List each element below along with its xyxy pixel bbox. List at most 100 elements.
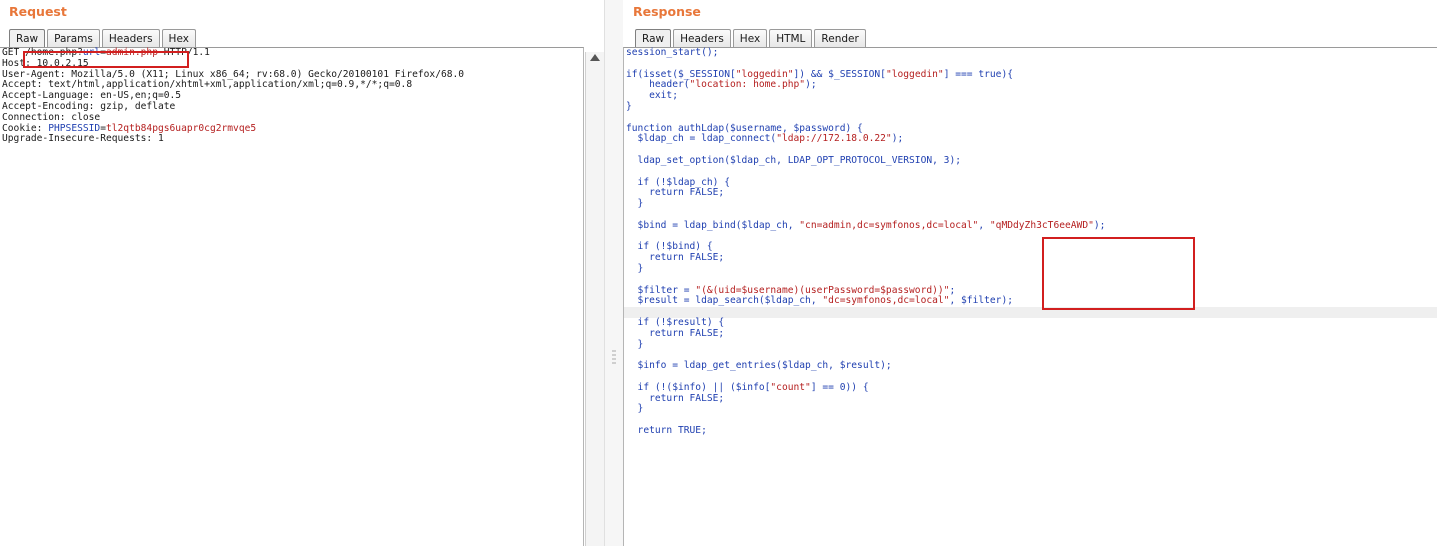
- code-token: if(isset($_SESSION[: [626, 68, 736, 80]
- code-token: }: [626, 403, 644, 415]
- request-editor[interactable]: GET /home.php?url=admin.php HTTP/1.1 Hos…: [0, 47, 584, 546]
- code-line: return FALSE;: [624, 327, 1437, 340]
- code-line: }: [624, 198, 1437, 210]
- code-token: if (!$ldap_ch) {: [626, 176, 730, 188]
- code-string: "ldap://172.18.0.22": [776, 133, 892, 145]
- code-token: return FALSE;: [626, 327, 725, 339]
- cookie-name: PHPSESSID: [48, 122, 101, 134]
- response-title: Response: [633, 4, 701, 19]
- response-pane: Response Raw Headers Hex HTML Render ses…: [623, 0, 1437, 546]
- header-host: Host: 10.0.2.15: [2, 57, 89, 69]
- code-token: ldap_set_option($ldap_ch, LDAP_OPT_PROTO…: [626, 154, 962, 166]
- code-token: }: [626, 100, 632, 112]
- code-token: ,: [978, 219, 990, 231]
- code-string: "qMDdyZh3cT6eeAWD": [989, 219, 1094, 231]
- response-tabs: Raw Headers Hex HTML Render: [635, 29, 866, 48]
- code-token: $ldap_ch = ldap_connect(: [626, 133, 777, 145]
- request-tab-headers[interactable]: Headers: [101, 29, 160, 48]
- request-method: GET: [2, 47, 26, 58]
- request-tabs: Raw Params Headers Hex: [9, 29, 196, 48]
- code-token: header(: [626, 79, 690, 91]
- code-line: $result = ldap_search($ldap_ch, "dc=symf…: [624, 295, 1437, 307]
- cookie-prefix: Cookie:: [2, 122, 49, 134]
- code-line: [624, 307, 1437, 318]
- cookie-value: tl2qtb84pgs6uapr0cg2rmvqe5: [105, 122, 257, 134]
- code-line: return FALSE;: [624, 392, 1437, 405]
- request-param-name: url: [82, 47, 101, 58]
- code-token: $info = ldap_get_entries($ldap_ch, $resu…: [626, 360, 892, 372]
- request-path: /home.php?: [25, 47, 83, 58]
- response-tab-headers[interactable]: Headers: [673, 29, 731, 48]
- code-line: if (!($info) || ($info["count"] == 0)) {: [624, 381, 1437, 394]
- code-token: , $filter);: [949, 295, 1014, 307]
- header-upgrade-insecure: Upgrade-Insecure-Requests: 1: [2, 133, 164, 145]
- code-token: return FALSE;: [626, 252, 725, 264]
- code-line: return FALSE;: [624, 187, 1437, 199]
- code-string: "dc=symfonos,dc=local": [822, 295, 950, 307]
- request-tab-params[interactable]: Params: [47, 29, 100, 48]
- code-line: ldap_set_option($ldap_ch, LDAP_OPT_PROTO…: [624, 154, 1437, 167]
- code-token: if (!$bind) {: [626, 241, 713, 253]
- code-token: $result = ldap_search($ldap_ch,: [626, 295, 823, 307]
- code-string: "count": [770, 381, 811, 393]
- request-title: Request: [9, 4, 67, 19]
- code-token: }: [626, 262, 644, 274]
- code-token: );: [891, 133, 904, 145]
- code-line: }: [624, 403, 1437, 415]
- code-token: ] == 0)) {: [810, 381, 869, 393]
- code-token: }: [626, 198, 644, 210]
- code-token: }: [626, 338, 644, 350]
- request-tab-hex[interactable]: Hex: [161, 29, 196, 48]
- code-line: session_start();: [624, 47, 1437, 59]
- code-token: exit;: [626, 90, 678, 102]
- scroll-up-arrow-icon[interactable]: [590, 54, 600, 61]
- code-line: }: [624, 262, 1437, 275]
- code-line: }: [624, 100, 1437, 113]
- code-token: ;: [949, 284, 956, 296]
- code-token: return FALSE;: [626, 392, 725, 404]
- pane-splitter[interactable]: [604, 0, 625, 546]
- code-string: "loggedin": [885, 68, 944, 80]
- splitter-grip-icon[interactable]: [612, 350, 616, 364]
- code-line: $ldap_ch = ldap_connect("ldap://172.18.0…: [624, 133, 1437, 145]
- code-line: exit;: [624, 90, 1437, 102]
- response-tab-hex[interactable]: Hex: [732, 29, 768, 48]
- code-token: );: [805, 79, 817, 91]
- code-token: function authLdap($username, $password) …: [626, 122, 863, 134]
- request-scrollbar[interactable]: [585, 52, 604, 546]
- code-token: return TRUE;: [626, 424, 707, 436]
- code-line: return TRUE;: [624, 424, 1437, 437]
- request-pane: Request Raw Params Headers Hex GET /home…: [0, 0, 604, 546]
- code-string: "location: home.php": [689, 79, 806, 91]
- request-param-value: admin.php: [105, 47, 158, 58]
- request-tab-raw[interactable]: Raw: [9, 29, 46, 48]
- response-tab-render[interactable]: Render: [814, 29, 866, 48]
- code-line: if (!$result) {: [624, 316, 1437, 329]
- code-string: "loggedin": [735, 68, 794, 80]
- code-line: header("location: home.php");: [624, 79, 1437, 91]
- code-line: if (!$ldap_ch) {: [624, 176, 1437, 189]
- code-line: $bind = ldap_bind($ldap_ch, "cn=admin,dc…: [624, 219, 1437, 232]
- code-line: if (!$bind) {: [624, 241, 1437, 253]
- code-token: return FALSE;: [626, 187, 725, 199]
- code-token: $bind = ldap_bind($ldap_ch,: [626, 219, 800, 231]
- code-token: if (!$result) {: [626, 316, 725, 328]
- code-string: "cn=admin,dc=symfonos,dc=local": [799, 219, 979, 231]
- code-token: );: [1093, 219, 1106, 231]
- response-tab-html[interactable]: HTML: [769, 29, 813, 48]
- code-token: ]) && $_SESSION[: [793, 68, 886, 80]
- response-editor[interactable]: session_start(); if(isset($_SESSION["logg…: [623, 47, 1437, 546]
- code-line: return FALSE;: [624, 252, 1437, 264]
- code-token: if (!($info) || ($info[: [626, 381, 771, 393]
- code-line: $info = ldap_get_entries($ldap_ch, $resu…: [624, 360, 1437, 372]
- request-protocol: HTTP/1.1: [157, 47, 210, 58]
- response-tab-raw[interactable]: Raw: [635, 29, 672, 48]
- code-line: }: [624, 338, 1437, 351]
- code-token: ] === true){: [943, 68, 1014, 80]
- code-token: $filter =: [626, 284, 696, 296]
- code-string: "(&(uid=$username)(userPassword=$passwor…: [695, 284, 950, 296]
- code-token: session_start();: [626, 47, 719, 58]
